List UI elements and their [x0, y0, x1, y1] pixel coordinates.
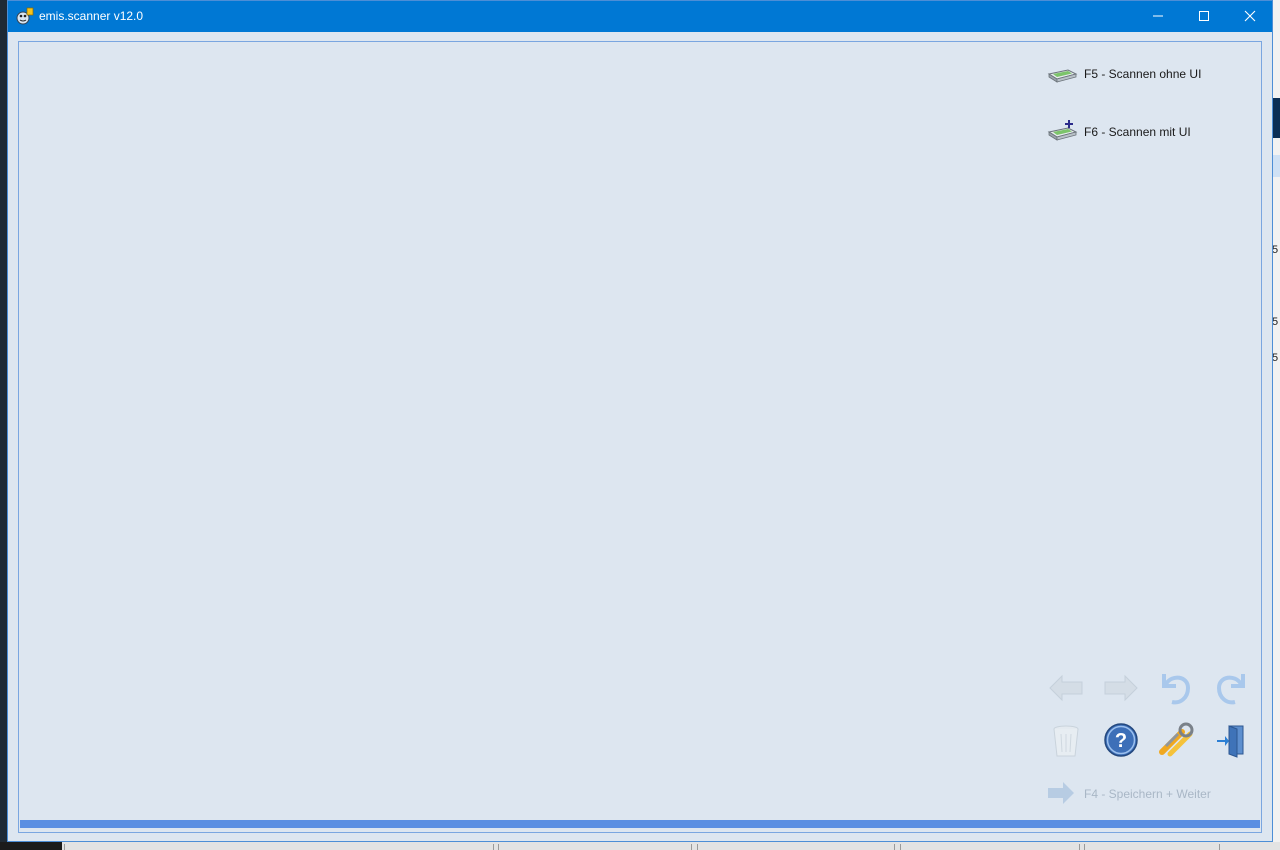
settings-tools-icon	[1159, 722, 1194, 757]
back-arrow-icon	[1049, 674, 1083, 702]
delete-button[interactable]	[1046, 720, 1086, 760]
help-button[interactable]: ?	[1101, 720, 1141, 760]
rotate-right-button[interactable]	[1211, 668, 1251, 708]
next-page-button[interactable]	[1101, 668, 1141, 708]
trash-icon	[1053, 725, 1079, 757]
rotate-right-icon	[1216, 674, 1245, 705]
background-taskbar	[0, 842, 1280, 850]
scan-with-ui-label: F6 - Scannen mit UI	[1084, 125, 1191, 139]
background-app-toolbar	[1272, 155, 1280, 177]
previous-page-button[interactable]	[1046, 668, 1086, 708]
scan-preview-area[interactable]: F5 - Scannen ohne UI F6 - Scannen mit UI	[18, 41, 1262, 833]
maximize-button[interactable]	[1181, 1, 1227, 32]
progress-bar	[20, 820, 1260, 828]
svg-text:?: ?	[1115, 730, 1127, 752]
arrow-right-icon	[1048, 782, 1074, 804]
maximize-icon	[1199, 11, 1209, 21]
title-bar[interactable]: emis.scanner v12.0	[8, 1, 1272, 32]
help-icon: ?	[1104, 723, 1138, 757]
scan-with-ui-button[interactable]: F6 - Scannen mit UI	[1046, 120, 1236, 144]
background-app-header	[1272, 98, 1280, 138]
close-icon	[1244, 10, 1256, 22]
minimize-icon	[1153, 15, 1163, 17]
scan-without-ui-button[interactable]: F5 - Scannen ohne UI	[1046, 62, 1236, 86]
save-and-next-label: F4 - Speichern + Weiter	[1084, 787, 1211, 801]
background-desktop	[0, 842, 62, 850]
scanner-icon	[1046, 62, 1078, 86]
save-and-next-button[interactable]: F4 - Speichern + Weiter	[1046, 778, 1246, 808]
close-button[interactable]	[1227, 1, 1273, 32]
forward-arrow-icon	[1104, 674, 1138, 702]
scanner-window: emis.scanner v12.0 F5 - Scannen ohne UI	[7, 0, 1273, 842]
window-title: emis.scanner v12.0	[39, 9, 144, 23]
exit-door-icon	[1217, 725, 1244, 758]
rotate-left-icon	[1162, 674, 1191, 705]
app-logo-icon	[16, 7, 34, 25]
minimize-button[interactable]	[1135, 1, 1181, 32]
scan-without-ui-label: F5 - Scannen ohne UI	[1084, 67, 1202, 81]
rotate-left-button[interactable]	[1156, 668, 1196, 708]
scanner-plus-icon	[1046, 120, 1078, 144]
settings-button[interactable]	[1156, 720, 1196, 760]
exit-button[interactable]	[1211, 720, 1251, 760]
